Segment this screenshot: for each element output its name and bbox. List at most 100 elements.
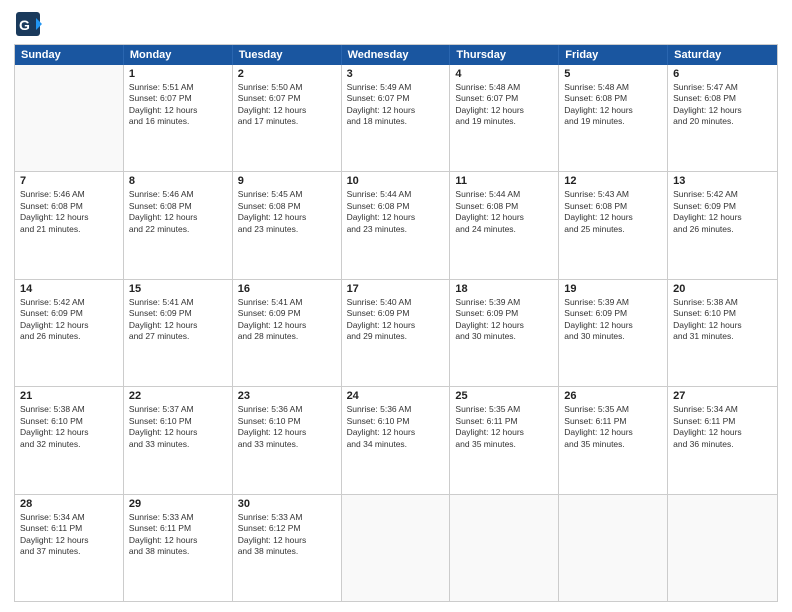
calendar-day-cell: 23 Sunrise: 5:36 AMSunset: 6:10 PMDayligh… bbox=[233, 387, 342, 493]
calendar-day-cell bbox=[668, 495, 777, 601]
calendar-day-cell: 10 Sunrise: 5:44 AMSunset: 6:08 PMDayligh… bbox=[342, 172, 451, 278]
calendar-day-cell: 19 Sunrise: 5:39 AMSunset: 6:09 PMDayligh… bbox=[559, 280, 668, 386]
calendar-week-row: 21 Sunrise: 5:38 AMSunset: 6:10 PMDayligh… bbox=[15, 386, 777, 493]
day-info: Sunrise: 5:47 AMSunset: 6:08 PMDaylight:… bbox=[673, 82, 772, 128]
day-info: Sunrise: 5:36 AMSunset: 6:10 PMDaylight:… bbox=[238, 404, 336, 450]
calendar-header-cell: Thursday bbox=[450, 45, 559, 65]
day-number: 2 bbox=[238, 68, 336, 80]
day-number: 25 bbox=[455, 390, 553, 402]
day-info: Sunrise: 5:46 AMSunset: 6:08 PMDaylight:… bbox=[20, 189, 118, 235]
calendar-day-cell: 2 Sunrise: 5:50 AMSunset: 6:07 PMDaylight… bbox=[233, 65, 342, 171]
day-info: Sunrise: 5:38 AMSunset: 6:10 PMDaylight:… bbox=[20, 404, 118, 450]
svg-text:G: G bbox=[19, 17, 30, 33]
calendar-day-cell: 5 Sunrise: 5:48 AMSunset: 6:08 PMDaylight… bbox=[559, 65, 668, 171]
day-info: Sunrise: 5:44 AMSunset: 6:08 PMDaylight:… bbox=[347, 189, 445, 235]
calendar-day-cell: 7 Sunrise: 5:46 AMSunset: 6:08 PMDaylight… bbox=[15, 172, 124, 278]
day-number: 3 bbox=[347, 68, 445, 80]
calendar-day-cell bbox=[559, 495, 668, 601]
calendar-day-cell: 21 Sunrise: 5:38 AMSunset: 6:10 PMDayligh… bbox=[15, 387, 124, 493]
day-number: 15 bbox=[129, 283, 227, 295]
day-info: Sunrise: 5:41 AMSunset: 6:09 PMDaylight:… bbox=[238, 297, 336, 343]
calendar-header-cell: Friday bbox=[559, 45, 668, 65]
day-info: Sunrise: 5:41 AMSunset: 6:09 PMDaylight:… bbox=[129, 297, 227, 343]
day-info: Sunrise: 5:43 AMSunset: 6:08 PMDaylight:… bbox=[564, 189, 662, 235]
calendar-day-cell: 3 Sunrise: 5:49 AMSunset: 6:07 PMDaylight… bbox=[342, 65, 451, 171]
day-number: 18 bbox=[455, 283, 553, 295]
day-number: 22 bbox=[129, 390, 227, 402]
calendar-header-cell: Saturday bbox=[668, 45, 777, 65]
day-number: 27 bbox=[673, 390, 772, 402]
day-info: Sunrise: 5:39 AMSunset: 6:09 PMDaylight:… bbox=[455, 297, 553, 343]
calendar-day-cell: 17Sunrise: 5:40 AMSunset: 6:09 PMDayligh… bbox=[342, 280, 451, 386]
day-info: Sunrise: 5:35 AMSunset: 6:11 PMDaylight:… bbox=[564, 404, 662, 450]
calendar-day-cell: 18 Sunrise: 5:39 AMSunset: 6:09 PMDayligh… bbox=[450, 280, 559, 386]
calendar: SundayMondayTuesdayWednesdayThursdayFrid… bbox=[14, 44, 778, 602]
calendar-day-cell: 29 Sunrise: 5:33 AMSunset: 6:11 PMDayligh… bbox=[124, 495, 233, 601]
calendar-day-cell: 13 Sunrise: 5:42 AMSunset: 6:09 PMDayligh… bbox=[668, 172, 777, 278]
day-info: Sunrise: 5:50 AMSunset: 6:07 PMDaylight:… bbox=[238, 82, 336, 128]
calendar-header: SundayMondayTuesdayWednesdayThursdayFrid… bbox=[15, 45, 777, 65]
day-info: Sunrise: 5:39 AMSunset: 6:09 PMDaylight:… bbox=[564, 297, 662, 343]
day-info: Sunrise: 5:42 AMSunset: 6:09 PMDaylight:… bbox=[673, 189, 772, 235]
day-number: 20 bbox=[673, 283, 772, 295]
page: G SundayMondayTuesdayWednesdayThursdayFr… bbox=[0, 0, 792, 612]
calendar-day-cell: 28 Sunrise: 5:34 AMSunset: 6:11 PMDayligh… bbox=[15, 495, 124, 601]
day-info: Sunrise: 5:37 AMSunset: 6:10 PMDaylight:… bbox=[129, 404, 227, 450]
day-info: Sunrise: 5:44 AMSunset: 6:08 PMDaylight:… bbox=[455, 189, 553, 235]
day-number: 11 bbox=[455, 175, 553, 187]
day-number: 5 bbox=[564, 68, 662, 80]
calendar-week-row: 1 Sunrise: 5:51 AMSunset: 6:07 PMDaylight… bbox=[15, 65, 777, 171]
day-number: 4 bbox=[455, 68, 553, 80]
calendar-day-cell: 14Sunrise: 5:42 AMSunset: 6:09 PMDayligh… bbox=[15, 280, 124, 386]
day-number: 1 bbox=[129, 68, 227, 80]
calendar-day-cell bbox=[15, 65, 124, 171]
day-number: 23 bbox=[238, 390, 336, 402]
calendar-header-cell: Monday bbox=[124, 45, 233, 65]
day-info: Sunrise: 5:34 AMSunset: 6:11 PMDaylight:… bbox=[20, 512, 118, 558]
day-info: Sunrise: 5:33 AMSunset: 6:12 PMDaylight:… bbox=[238, 512, 336, 558]
calendar-header-cell: Sunday bbox=[15, 45, 124, 65]
day-info: Sunrise: 5:45 AMSunset: 6:08 PMDaylight:… bbox=[238, 189, 336, 235]
day-number: 14 bbox=[20, 283, 118, 295]
day-info: Sunrise: 5:48 AMSunset: 6:08 PMDaylight:… bbox=[564, 82, 662, 128]
calendar-header-cell: Tuesday bbox=[233, 45, 342, 65]
logo-icon: G bbox=[14, 10, 42, 38]
day-number: 8 bbox=[129, 175, 227, 187]
header: G bbox=[14, 10, 778, 38]
calendar-week-row: 14Sunrise: 5:42 AMSunset: 6:09 PMDayligh… bbox=[15, 279, 777, 386]
calendar-day-cell bbox=[450, 495, 559, 601]
day-number: 9 bbox=[238, 175, 336, 187]
day-number: 16 bbox=[238, 283, 336, 295]
day-number: 12 bbox=[564, 175, 662, 187]
calendar-day-cell: 11 Sunrise: 5:44 AMSunset: 6:08 PMDayligh… bbox=[450, 172, 559, 278]
day-number: 7 bbox=[20, 175, 118, 187]
day-number: 29 bbox=[129, 498, 227, 510]
day-number: 13 bbox=[673, 175, 772, 187]
calendar-day-cell: 27 Sunrise: 5:34 AMSunset: 6:11 PMDayligh… bbox=[668, 387, 777, 493]
day-info: Sunrise: 5:35 AMSunset: 6:11 PMDaylight:… bbox=[455, 404, 553, 450]
calendar-day-cell: 8Sunrise: 5:46 AMSunset: 6:08 PMDaylight… bbox=[124, 172, 233, 278]
calendar-day-cell: 24 Sunrise: 5:36 AMSunset: 6:10 PMDayligh… bbox=[342, 387, 451, 493]
day-number: 19 bbox=[564, 283, 662, 295]
day-number: 21 bbox=[20, 390, 118, 402]
calendar-day-cell: 9 Sunrise: 5:45 AMSunset: 6:08 PMDaylight… bbox=[233, 172, 342, 278]
day-number: 26 bbox=[564, 390, 662, 402]
day-info: Sunrise: 5:36 AMSunset: 6:10 PMDaylight:… bbox=[347, 404, 445, 450]
day-number: 30 bbox=[238, 498, 336, 510]
calendar-header-cell: Wednesday bbox=[342, 45, 451, 65]
calendar-day-cell: 20 Sunrise: 5:38 AMSunset: 6:10 PMDayligh… bbox=[668, 280, 777, 386]
calendar-day-cell: 26 Sunrise: 5:35 AMSunset: 6:11 PMDayligh… bbox=[559, 387, 668, 493]
day-number: 10 bbox=[347, 175, 445, 187]
day-info: Sunrise: 5:33 AMSunset: 6:11 PMDaylight:… bbox=[129, 512, 227, 558]
calendar-day-cell: 25 Sunrise: 5:35 AMSunset: 6:11 PMDayligh… bbox=[450, 387, 559, 493]
day-number: 24 bbox=[347, 390, 445, 402]
day-info: Sunrise: 5:38 AMSunset: 6:10 PMDaylight:… bbox=[673, 297, 772, 343]
day-info: Sunrise: 5:51 AMSunset: 6:07 PMDaylight:… bbox=[129, 82, 227, 128]
calendar-day-cell: 6Sunrise: 5:47 AMSunset: 6:08 PMDaylight… bbox=[668, 65, 777, 171]
calendar-week-row: 7 Sunrise: 5:46 AMSunset: 6:08 PMDaylight… bbox=[15, 171, 777, 278]
day-info: Sunrise: 5:34 AMSunset: 6:11 PMDaylight:… bbox=[673, 404, 772, 450]
calendar-day-cell: 1 Sunrise: 5:51 AMSunset: 6:07 PMDaylight… bbox=[124, 65, 233, 171]
day-number: 28 bbox=[20, 498, 118, 510]
day-info: Sunrise: 5:49 AMSunset: 6:07 PMDaylight:… bbox=[347, 82, 445, 128]
calendar-day-cell: 22 Sunrise: 5:37 AMSunset: 6:10 PMDayligh… bbox=[124, 387, 233, 493]
